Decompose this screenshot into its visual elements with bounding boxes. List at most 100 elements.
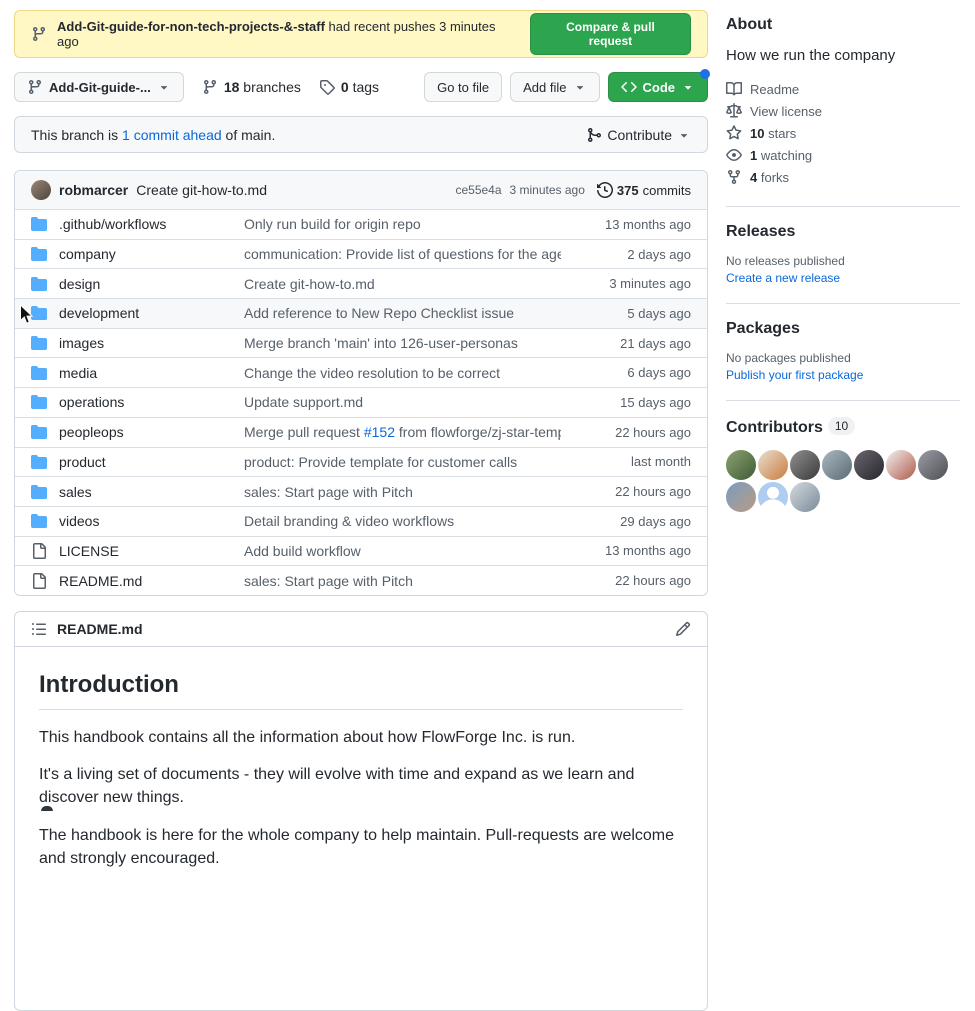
eye-icon [726,147,742,163]
file-name-link[interactable]: operations [59,394,124,410]
tags-link[interactable]: 0 tags [319,79,379,95]
row-commit-message-link[interactable]: communication: Provide list of questions… [244,246,561,262]
sidebar-link-forks[interactable]: 4 forks [726,166,960,188]
contributor-avatar[interactable] [758,450,788,480]
readme-paragraphs: This handbook contains all the informati… [39,726,683,870]
folder-icon [31,424,47,440]
create-release-link[interactable]: Create a new release [726,271,840,285]
file-icon [31,543,47,559]
file-row[interactable]: sales sales: Start page with Pitch 22 ho… [15,476,707,506]
contributor-avatar[interactable] [822,450,852,480]
folder-icon [31,513,47,529]
commit-author-link[interactable]: robmarcer [59,182,128,198]
file-name-link[interactable]: design [59,276,100,292]
releases-heading[interactable]: Releases [726,223,960,241]
file-row[interactable]: operations Update support.md 15 days ago [15,387,707,417]
file-name-link[interactable]: videos [59,513,99,529]
sidebar-link-readme[interactable]: Readme [726,78,960,100]
commit-time: 3 minutes ago [510,183,585,197]
contributor-avatar[interactable] [918,450,948,480]
file-name-link[interactable]: development [59,305,139,321]
file-row[interactable]: development Add reference to New Repo Ch… [15,298,707,328]
contribute-dropdown[interactable]: Contribute [586,127,691,143]
branch-selector[interactable]: Add-Git-guide-... [14,72,184,102]
file-name-link[interactable]: LICENSE [59,543,119,559]
commit-ahead-link[interactable]: 1 commit ahead [122,127,222,143]
go-to-file-button[interactable]: Go to file [424,72,502,102]
file-row[interactable]: design Create git-how-to.md 3 minutes ag… [15,268,707,298]
file-age: 2 days ago [561,247,691,262]
readme-body: Introduction This handbook contains all … [15,647,707,902]
row-commit-message-link[interactable]: Detail branding & video workflows [244,513,561,529]
row-commit-message-link[interactable]: sales: Start page with Pitch [244,484,561,500]
contributor-avatar[interactable] [854,450,884,480]
row-commit-message-link[interactable]: Change the video resolution to be correc… [244,365,561,381]
file-name-link[interactable]: peopleops [59,424,124,440]
notification-dot [700,69,710,79]
code-button[interactable]: Code [608,72,709,102]
file-age: 22 hours ago [561,484,691,499]
file-row[interactable]: .github/workflows Only run build for ori… [15,209,707,239]
avatar[interactable] [31,180,51,200]
file-icon [31,573,47,589]
file-row[interactable]: peopleops Merge pull request #152 from f… [15,417,707,447]
file-name-link[interactable]: .github/workflows [59,216,166,232]
row-commit-message-link[interactable]: Merge branch 'main' into 126-user-person… [244,335,561,351]
file-list: .github/workflows Only run build for ori… [15,209,707,595]
packages-heading[interactable]: Packages [726,320,960,338]
file-name-link[interactable]: images [59,335,104,351]
file-row[interactable]: LICENSE Add build workflow 13 months ago [15,536,707,566]
commit-history-link[interactable]: 375 commits [597,182,691,198]
file-row[interactable]: media Change the video resolution to be … [15,357,707,387]
pencil-icon[interactable] [675,621,691,637]
folder-icon [31,216,47,232]
contributor-avatar[interactable] [758,482,788,512]
branches-link[interactable]: 18 branches [202,79,301,95]
file-name-link[interactable]: media [59,365,97,381]
divider [726,400,960,401]
row-commit-message-link[interactable]: Create git-how-to.md [244,276,561,292]
file-age: 15 days ago [561,395,691,410]
row-commit-message-link[interactable]: sales: Start page with Pitch [244,573,561,589]
git-branch-icon [31,26,47,42]
row-commit-message-link[interactable]: Add reference to New Repo Checklist issu… [244,305,561,321]
file-row[interactable]: product product: Provide template for cu… [15,447,707,477]
sidebar-link-stars[interactable]: 10 stars [726,122,960,144]
publish-package-link[interactable]: Publish your first package [726,368,863,382]
fork-icon [726,169,742,185]
row-commit-message-link[interactable]: Merge pull request #152 from flowforge/z… [244,424,561,440]
file-row[interactable]: images Merge branch 'main' into 126-user… [15,328,707,358]
file-name-link[interactable]: sales [59,484,92,500]
contributors-heading[interactable]: Contributors10 [726,417,960,437]
row-commit-message-link[interactable]: Add build workflow [244,543,561,559]
sidebar-link-view-license[interactable]: View license [726,100,960,122]
file-row[interactable]: videos Detail branding & video workflows… [15,506,707,536]
file-row[interactable]: company communication: Provide list of q… [15,239,707,269]
commit-sha-link[interactable]: ce55e4a [455,183,501,197]
contributor-avatar[interactable] [726,450,756,480]
sidebar-link-watching[interactable]: 1 watching [726,144,960,166]
contributor-avatar[interactable] [886,450,916,480]
row-commit-message-link[interactable]: Only run build for origin repo [244,216,561,232]
contributor-avatar[interactable] [790,482,820,512]
folder-icon [31,305,47,321]
tag-icon [319,79,335,95]
issue-link[interactable]: #152 [364,424,395,440]
file-name-link[interactable]: README.md [59,573,142,589]
folder-icon [31,246,47,262]
file-type-icon [31,365,47,381]
readme-title: README.md [57,621,143,637]
contributor-avatar[interactable] [790,450,820,480]
file-row[interactable]: README.md sales: Start page with Pitch 2… [15,565,707,595]
contributor-avatar[interactable] [726,482,756,512]
add-file-button[interactable]: Add file [510,72,599,102]
row-commit-message-link[interactable]: Update support.md [244,394,561,410]
row-commit-message-link[interactable]: product: Provide template for customer c… [244,454,561,470]
commit-message-link[interactable]: Create git-how-to.md [136,182,267,198]
file-name-link[interactable]: product [59,454,106,470]
compare-pull-request-button[interactable]: Compare & pull request [530,13,691,55]
divider [726,206,960,207]
file-browser: robmarcer Create git-how-to.md ce55e4a 3… [14,170,708,596]
list-icon[interactable] [31,621,47,637]
file-name-link[interactable]: company [59,246,116,262]
